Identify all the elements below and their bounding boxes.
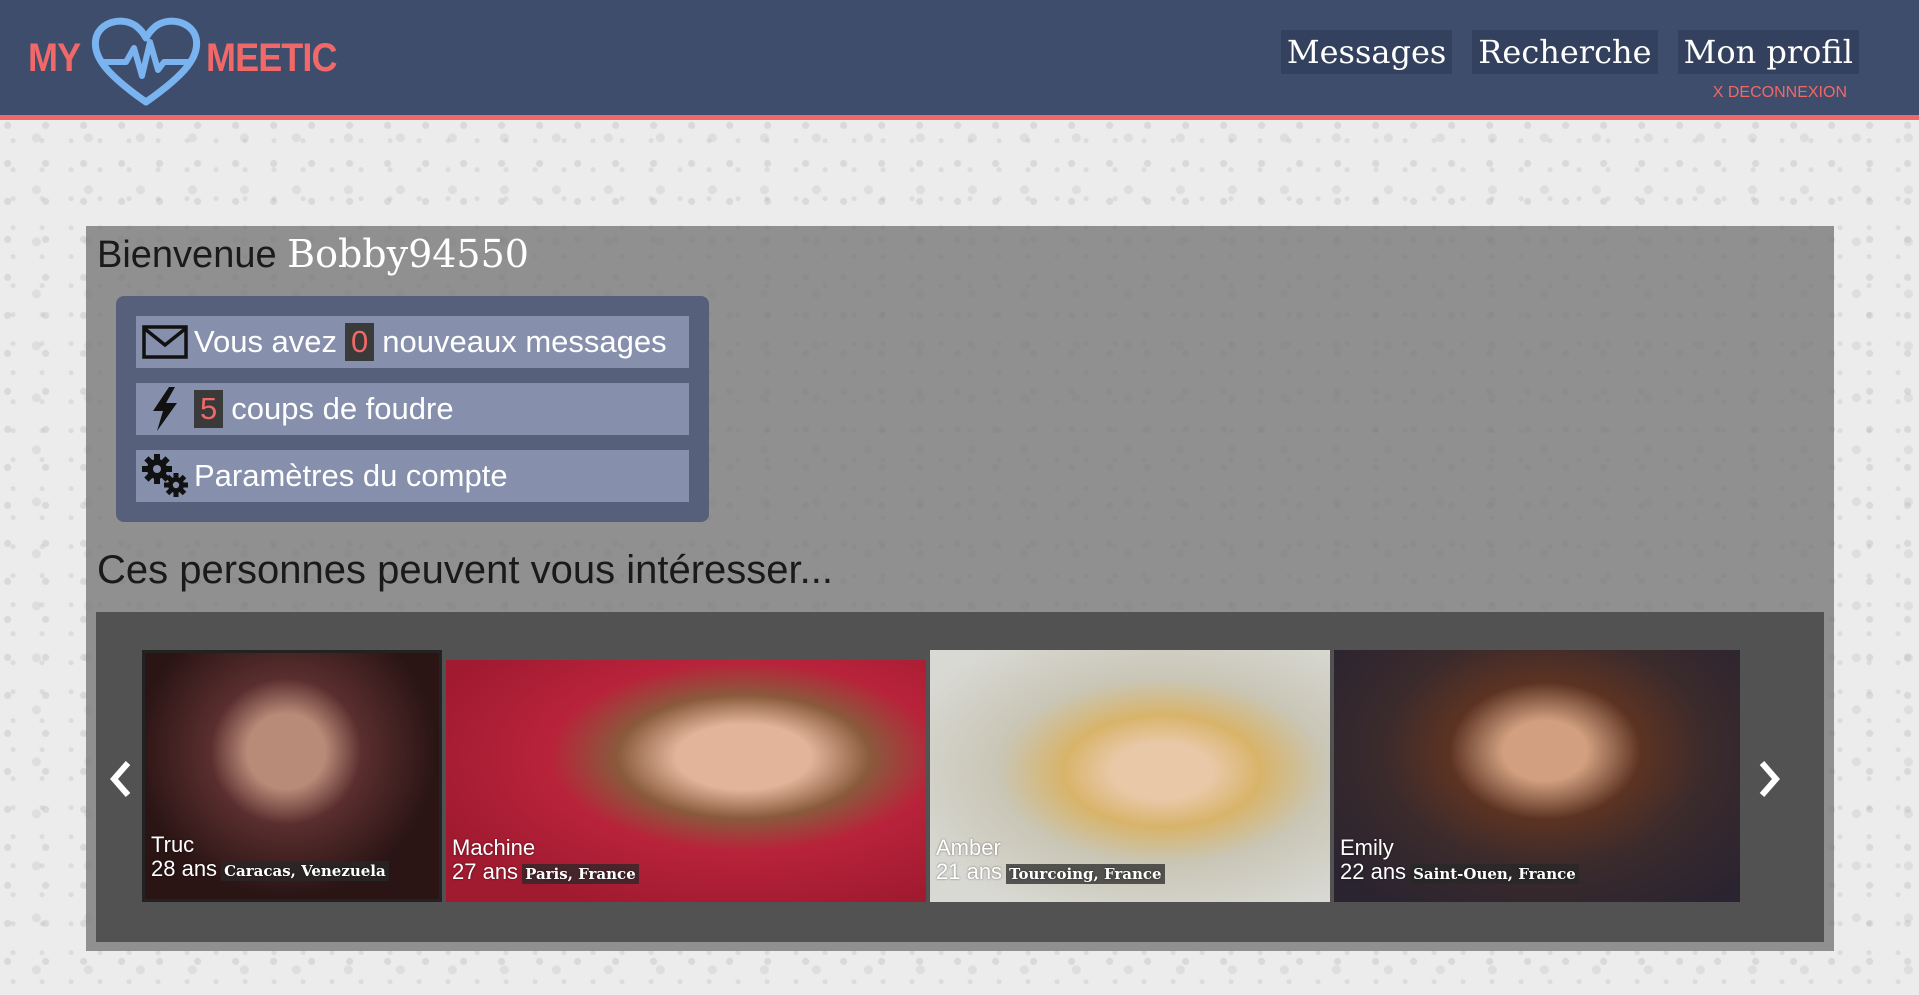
- crushes-label: coups de foudre: [231, 391, 454, 426]
- username: Bobby94550: [287, 232, 529, 276]
- profile-info: Emily 22 ans Saint-Ouen, France: [1340, 836, 1579, 886]
- messages-suffix: nouveaux messages: [382, 324, 667, 359]
- profile-info: Truc 28 ans Caracas, Venezuela: [151, 833, 389, 883]
- lightning-icon: [136, 383, 194, 435]
- chevron-right-icon[interactable]: [1756, 757, 1784, 809]
- profile-name: Amber: [936, 835, 1001, 860]
- profile-card[interactable]: Emily 22 ans Saint-Ouen, France: [1334, 650, 1740, 902]
- profile-age: 28 ans: [151, 856, 218, 881]
- profile-location: Paris, France: [522, 864, 639, 884]
- profile-carousel: Truc 28 ans Caracas, Venezuela Machine 27…: [96, 612, 1824, 942]
- profile-card[interactable]: Machine 27 ans Paris, France: [446, 660, 926, 902]
- messages-count: 0: [345, 323, 375, 361]
- profile-card[interactable]: Amber 21 ans Tourcoing, France: [930, 650, 1330, 902]
- welcome-heading: Bienvenue Bobby94550: [97, 232, 529, 277]
- profile-card[interactable]: Truc 28 ans Caracas, Venezuela: [142, 650, 442, 902]
- site-logo[interactable]: MY MEETIC: [28, 14, 338, 110]
- chevron-left-icon[interactable]: [106, 757, 134, 809]
- crushes-row[interactable]: 5 coups de foudre: [136, 383, 689, 435]
- logo-text-right: MEETIC: [206, 36, 338, 80]
- profile-info: Amber 21 ans Tourcoing, France: [936, 836, 1165, 886]
- profile-name: Truc: [151, 832, 195, 857]
- logo-text-left: MY: [28, 36, 81, 80]
- new-messages-row[interactable]: Vous avez 0 nouveaux messages: [136, 316, 689, 368]
- site-header: MY MEETIC Messages Recherche Mon profil …: [0, 0, 1919, 120]
- welcome-prefix: Bienvenue: [97, 234, 277, 276]
- profile-location: Tourcoing, France: [1006, 864, 1165, 884]
- profile-age: 21 ans: [936, 859, 1003, 884]
- nav-messages[interactable]: Messages: [1280, 30, 1453, 74]
- dashboard-panel: Bienvenue Bobby94550 Vous avez 0 nouveau…: [86, 226, 1834, 951]
- suggestions-title: Ces personnes peuvent vous intéresser...: [97, 548, 833, 592]
- profile-info: Machine 27 ans Paris, France: [452, 836, 639, 886]
- profile-name: Emily: [1340, 835, 1394, 860]
- account-settings-row[interactable]: Paramètres du compte: [136, 450, 689, 502]
- nav-profile[interactable]: Mon profil: [1677, 30, 1859, 74]
- nav-search[interactable]: Recherche: [1472, 30, 1658, 74]
- gears-icon: [136, 450, 194, 502]
- main-nav: Messages Recherche Mon profil: [1280, 30, 1859, 74]
- envelope-icon: [136, 316, 194, 368]
- profile-location: Saint-Ouen, France: [1410, 864, 1579, 884]
- logout-link[interactable]: X DECONNEXION: [1713, 84, 1847, 102]
- profile-name: Machine: [452, 835, 536, 860]
- messages-prefix: Vous avez: [194, 324, 338, 359]
- account-summary: Vous avez 0 nouveaux messages 5 coups de…: [116, 296, 709, 522]
- crushes-count: 5: [194, 390, 224, 428]
- settings-label: Paramètres du compte: [194, 458, 508, 493]
- profile-age: 27 ans: [452, 859, 519, 884]
- profile-location: Caracas, Venezuela: [221, 861, 389, 881]
- heart-pulse-icon: [91, 17, 201, 106]
- profile-age: 22 ans: [1340, 859, 1407, 884]
